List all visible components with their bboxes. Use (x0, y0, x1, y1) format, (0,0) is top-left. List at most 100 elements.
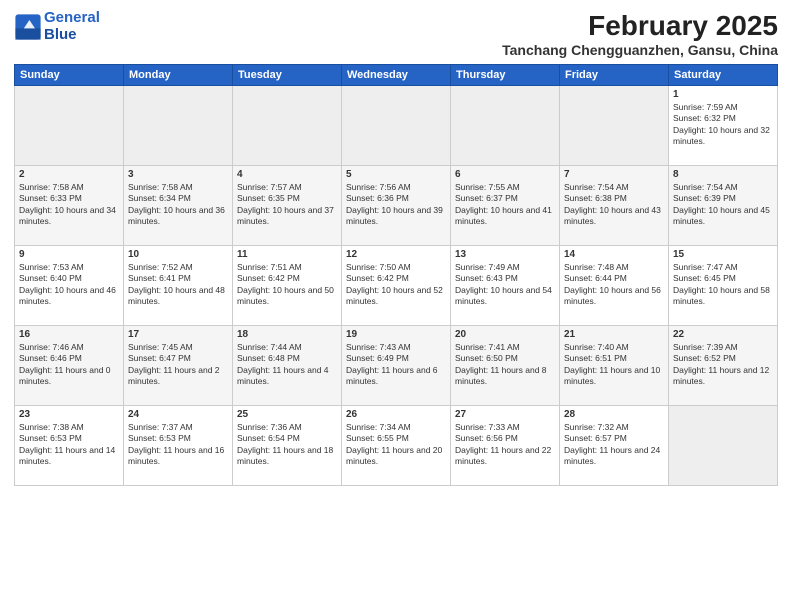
page-subtitle: Tanchang Chengguanzhen, Gansu, China (502, 42, 778, 58)
day-number: 26 (346, 409, 446, 420)
day-info: Sunrise: 7:49 AM Sunset: 6:43 PM Dayligh… (455, 262, 555, 308)
day-number: 11 (237, 249, 337, 260)
calendar-cell: 8 Sunrise: 7:54 AM Sunset: 6:39 PM Daylig… (669, 166, 778, 246)
day-number: 15 (673, 249, 773, 260)
week-row-3: 16 Sunrise: 7:46 AM Sunset: 6:46 PM Dayli… (15, 326, 778, 406)
calendar-cell: 12 Sunrise: 7:50 AM Sunset: 6:42 PM Dayli… (342, 246, 451, 326)
day-info: Sunrise: 7:43 AM Sunset: 6:49 PM Dayligh… (346, 342, 446, 388)
weekday-header-tuesday: Tuesday (233, 65, 342, 86)
day-info: Sunrise: 7:44 AM Sunset: 6:48 PM Dayligh… (237, 342, 337, 388)
day-info: Sunrise: 7:34 AM Sunset: 6:55 PM Dayligh… (346, 422, 446, 468)
calendar-cell: 23 Sunrise: 7:38 AM Sunset: 6:53 PM Dayli… (15, 406, 124, 486)
weekday-header-wednesday: Wednesday (342, 65, 451, 86)
day-info: Sunrise: 7:40 AM Sunset: 6:51 PM Dayligh… (564, 342, 664, 388)
day-number: 5 (346, 169, 446, 180)
day-number: 28 (564, 409, 664, 420)
day-number: 17 (128, 329, 228, 340)
day-info: Sunrise: 7:33 AM Sunset: 6:56 PM Dayligh… (455, 422, 555, 468)
day-number: 20 (455, 329, 555, 340)
calendar-cell: 28 Sunrise: 7:32 AM Sunset: 6:57 PM Dayli… (560, 406, 669, 486)
calendar-cell: 21Sunrise: 7:40 AM Sunset: 6:51 PM Dayli… (560, 326, 669, 406)
calendar-cell: 20Sunrise: 7:41 AM Sunset: 6:50 PM Dayli… (451, 326, 560, 406)
day-number: 4 (237, 169, 337, 180)
day-info: Sunrise: 7:54 AM Sunset: 6:38 PM Dayligh… (564, 182, 664, 228)
day-info: Sunrise: 7:57 AM Sunset: 6:35 PM Dayligh… (237, 182, 337, 228)
day-number: 14 (564, 249, 664, 260)
calendar-cell: 3 Sunrise: 7:58 AM Sunset: 6:34 PM Daylig… (124, 166, 233, 246)
day-info: Sunrise: 7:38 AM Sunset: 6:53 PM Dayligh… (19, 422, 119, 468)
logo-general: General (44, 9, 100, 26)
day-number: 1 (673, 89, 773, 100)
day-info: Sunrise: 7:51 AM Sunset: 6:42 PM Dayligh… (237, 262, 337, 308)
calendar-cell (342, 86, 451, 166)
weekday-header-saturday: Saturday (669, 65, 778, 86)
calendar-cell: 7 Sunrise: 7:54 AM Sunset: 6:38 PM Daylig… (560, 166, 669, 246)
calendar-cell: 11 Sunrise: 7:51 AM Sunset: 6:42 PM Dayli… (233, 246, 342, 326)
logo-blue: Blue (44, 26, 77, 43)
calendar-cell: 22 Sunrise: 7:39 AM Sunset: 6:52 PM Dayli… (669, 326, 778, 406)
day-number: 7 (564, 169, 664, 180)
weekday-header-thursday: Thursday (451, 65, 560, 86)
calendar-cell: 27 Sunrise: 7:33 AM Sunset: 6:56 PM Dayli… (451, 406, 560, 486)
logo: General Blue (14, 10, 100, 43)
logo-text: General Blue (44, 10, 100, 43)
calendar-cell: 1Sunrise: 7:59 AM Sunset: 6:32 PM Daylig… (669, 86, 778, 166)
week-row-0: 1Sunrise: 7:59 AM Sunset: 6:32 PM Daylig… (15, 86, 778, 166)
calendar-cell (560, 86, 669, 166)
day-number: 22 (673, 329, 773, 340)
day-info: Sunrise: 7:50 AM Sunset: 6:42 PM Dayligh… (346, 262, 446, 308)
header: General Blue February 2025 Tanchang Chen… (14, 10, 778, 58)
calendar-cell: 13 Sunrise: 7:49 AM Sunset: 6:43 PM Dayli… (451, 246, 560, 326)
day-number: 8 (673, 169, 773, 180)
title-block: February 2025 Tanchang Chengguanzhen, Ga… (502, 10, 778, 58)
day-number: 10 (128, 249, 228, 260)
day-number: 23 (19, 409, 119, 420)
day-info: Sunrise: 7:48 AM Sunset: 6:44 PM Dayligh… (564, 262, 664, 308)
day-number: 6 (455, 169, 555, 180)
calendar-cell (233, 86, 342, 166)
day-info: Sunrise: 7:32 AM Sunset: 6:57 PM Dayligh… (564, 422, 664, 468)
calendar-body: 1Sunrise: 7:59 AM Sunset: 6:32 PM Daylig… (15, 86, 778, 486)
weekday-header-friday: Friday (560, 65, 669, 86)
calendar-cell: 2Sunrise: 7:58 AM Sunset: 6:33 PM Daylig… (15, 166, 124, 246)
calendar-table: SundayMondayTuesdayWednesdayThursdayFrid… (14, 64, 778, 486)
day-number: 24 (128, 409, 228, 420)
calendar-cell: 26 Sunrise: 7:34 AM Sunset: 6:55 PM Dayli… (342, 406, 451, 486)
calendar-cell: 25 Sunrise: 7:36 AM Sunset: 6:54 PM Dayli… (233, 406, 342, 486)
day-info: Sunrise: 7:39 AM Sunset: 6:52 PM Dayligh… (673, 342, 773, 388)
weekday-header-sunday: Sunday (15, 65, 124, 86)
calendar-cell: 15Sunrise: 7:47 AM Sunset: 6:45 PM Dayli… (669, 246, 778, 326)
calendar-cell: 24 Sunrise: 7:37 AM Sunset: 6:53 PM Dayli… (124, 406, 233, 486)
calendar-cell (15, 86, 124, 166)
week-row-2: 9 Sunrise: 7:53 AM Sunset: 6:40 PM Daylig… (15, 246, 778, 326)
day-number: 27 (455, 409, 555, 420)
day-number: 12 (346, 249, 446, 260)
day-info: Sunrise: 7:58 AM Sunset: 6:34 PM Dayligh… (128, 182, 228, 228)
weekday-header-monday: Monday (124, 65, 233, 86)
day-number: 16 (19, 329, 119, 340)
day-info: Sunrise: 7:46 AM Sunset: 6:46 PM Dayligh… (19, 342, 119, 388)
week-row-4: 23 Sunrise: 7:38 AM Sunset: 6:53 PM Dayli… (15, 406, 778, 486)
calendar-cell: 6 Sunrise: 7:55 AM Sunset: 6:37 PM Daylig… (451, 166, 560, 246)
calendar-cell: 10 Sunrise: 7:52 AM Sunset: 6:41 PM Dayli… (124, 246, 233, 326)
day-number: 19 (346, 329, 446, 340)
calendar-header: SundayMondayTuesdayWednesdayThursdayFrid… (15, 65, 778, 86)
day-info: Sunrise: 7:53 AM Sunset: 6:40 PM Dayligh… (19, 262, 119, 308)
day-number: 3 (128, 169, 228, 180)
day-number: 25 (237, 409, 337, 420)
day-info: Sunrise: 7:55 AM Sunset: 6:37 PM Dayligh… (455, 182, 555, 228)
day-info: Sunrise: 7:37 AM Sunset: 6:53 PM Dayligh… (128, 422, 228, 468)
day-info: Sunrise: 7:54 AM Sunset: 6:39 PM Dayligh… (673, 182, 773, 228)
calendar-cell: 19 Sunrise: 7:43 AM Sunset: 6:49 PM Dayli… (342, 326, 451, 406)
calendar-cell: 17 Sunrise: 7:45 AM Sunset: 6:47 PM Dayli… (124, 326, 233, 406)
header-row: SundayMondayTuesdayWednesdayThursdayFrid… (15, 65, 778, 86)
calendar-cell (451, 86, 560, 166)
calendar-cell: 14 Sunrise: 7:48 AM Sunset: 6:44 PM Dayli… (560, 246, 669, 326)
day-info: Sunrise: 7:45 AM Sunset: 6:47 PM Dayligh… (128, 342, 228, 388)
week-row-1: 2Sunrise: 7:58 AM Sunset: 6:33 PM Daylig… (15, 166, 778, 246)
day-info: Sunrise: 7:36 AM Sunset: 6:54 PM Dayligh… (237, 422, 337, 468)
calendar-cell: 9 Sunrise: 7:53 AM Sunset: 6:40 PM Daylig… (15, 246, 124, 326)
day-info: Sunrise: 7:52 AM Sunset: 6:41 PM Dayligh… (128, 262, 228, 308)
day-number: 13 (455, 249, 555, 260)
day-number: 9 (19, 249, 119, 260)
